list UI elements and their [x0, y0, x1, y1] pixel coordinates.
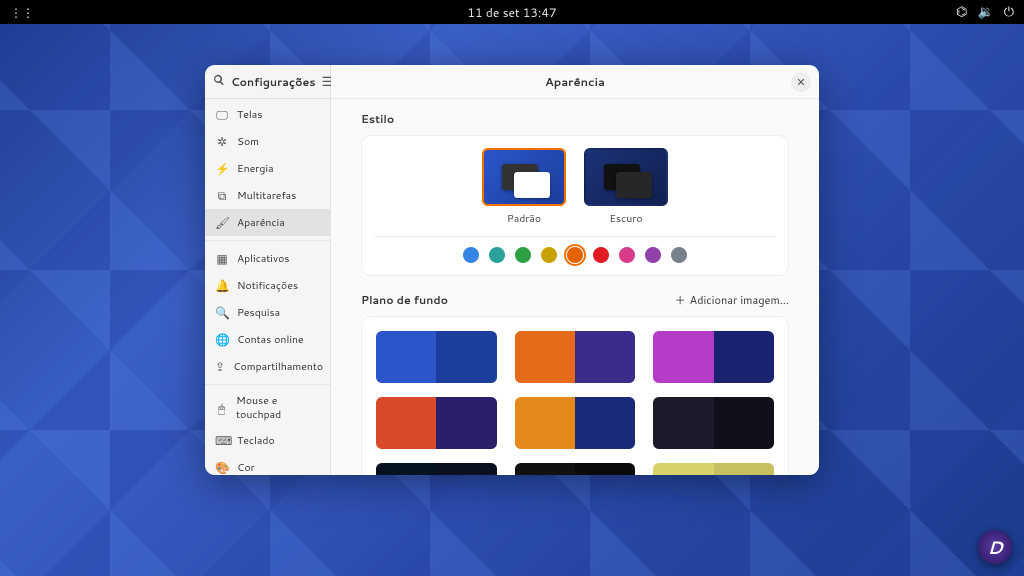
sidebar-item-share[interactable]: ⇪ Compartilhamento [205, 353, 330, 380]
wallpaper-thumb[interactable] [515, 331, 636, 383]
sidebar-item-apps[interactable]: ▦ Aplicativos [205, 245, 330, 272]
multitask-icon: ⧉ [215, 187, 229, 204]
sidebar-separator [205, 384, 330, 385]
settings-sidebar: Configurações ☰ 🖵 Telas ✲ Som ⚡ Energia ⧉ Multi… [205, 65, 331, 475]
sidebar-item-label: Mouse e touchpad [236, 394, 320, 422]
sidebar-item-label: Compartilhamento [233, 360, 323, 374]
accent-swatch[interactable] [671, 247, 687, 263]
appearance-icon: 🖌 [215, 214, 229, 231]
network-icon[interactable]: ⌬ [956, 3, 967, 21]
accent-swatch[interactable] [541, 247, 557, 263]
sidebar-item-mouse[interactable]: 🖱 Mouse e touchpad [205, 389, 330, 427]
color-icon: 🎨 [215, 459, 229, 475]
close-icon[interactable]: ✕ [791, 72, 811, 92]
power-icon: ⚡ [215, 160, 229, 177]
clock[interactable]: 11 de set 13:47 [467, 4, 556, 21]
main-panel: Aparência ✕ Estilo Padrão Escuro Plano de… [331, 65, 819, 475]
background-header: Plano de fundo ＋ Adicionar imagem… [361, 292, 789, 308]
style-options-row: Padrão Escuro [374, 148, 776, 226]
style-section-label: Estilo [361, 111, 789, 127]
accent-swatch[interactable] [567, 247, 583, 263]
share-icon: ⇪ [215, 358, 225, 375]
sidebar-item-label: Som [237, 135, 259, 149]
mouse-icon: 🖱 [215, 400, 228, 417]
search-icon: 🔍 [215, 304, 229, 321]
top-bar: ⋮⋮ 11 de set 13:47 ⌬ 🔉 ⏻ [0, 0, 1024, 24]
wallpaper-thumb[interactable] [653, 463, 774, 475]
background-section-label: Plano de fundo [361, 292, 448, 308]
accent-swatch[interactable] [463, 247, 479, 263]
search-icon[interactable] [213, 73, 225, 91]
wallpaper-thumb[interactable] [653, 331, 774, 383]
wallpaper-thumb[interactable] [515, 463, 636, 475]
accent-swatch[interactable] [593, 247, 609, 263]
sidebar-list: 🖵 Telas ✲ Som ⚡ Energia ⧉ Multitarefas 🖌 Aparênci… [205, 99, 330, 475]
plus-icon: ＋ [675, 292, 686, 308]
sidebar-item-display[interactable]: 🖵 Telas [205, 101, 330, 128]
online-icon: 🌐 [215, 331, 229, 348]
keyboard-icon: ⌨ [215, 432, 229, 449]
sidebar-item-keyboard[interactable]: ⌨ Teclado [205, 427, 330, 454]
add-image-label: Adicionar imagem… [690, 292, 789, 308]
sidebar-item-sound[interactable]: ✲ Som [205, 128, 330, 155]
accent-swatch[interactable] [619, 247, 635, 263]
main-header: Aparência ✕ [331, 65, 819, 99]
sidebar-item-label: Multitarefas [237, 189, 296, 203]
sidebar-item-power[interactable]: ⚡ Energia [205, 155, 330, 182]
sidebar-item-label: Energia [237, 162, 274, 176]
sidebar-item-appearance[interactable]: 🖌 Aparência [205, 209, 330, 236]
apps-icon: ▦ [215, 250, 229, 267]
sidebar-item-label: Notificações [237, 279, 298, 293]
page-title: Aparência [545, 73, 605, 90]
activities-hotcorner[interactable]: ⋮⋮ [10, 4, 34, 21]
wallpaper-thumb[interactable] [376, 397, 497, 449]
sidebar-item-notifs[interactable]: 🔔 Notificações [205, 272, 330, 299]
style-option-light[interactable]: Padrão [482, 148, 566, 226]
wallpaper-thumb[interactable] [376, 331, 497, 383]
sidebar-item-online[interactable]: 🌐 Contas online [205, 326, 330, 353]
distro-logo-badge: D [978, 530, 1012, 564]
wallpaper-thumb[interactable] [515, 397, 636, 449]
sidebar-item-label: Aplicativos [237, 252, 290, 266]
sidebar-item-search[interactable]: 🔍 Pesquisa [205, 299, 330, 326]
sidebar-item-color[interactable]: 🎨 Cor [205, 454, 330, 475]
sidebar-item-label: Aparência [237, 216, 285, 230]
accent-color-row [374, 236, 776, 263]
sidebar-item-label: Cor [237, 461, 255, 475]
sidebar-header: Configurações ☰ [205, 65, 330, 99]
wallpaper-grid [361, 316, 789, 475]
accent-swatch[interactable] [489, 247, 505, 263]
accent-swatch[interactable] [645, 247, 661, 263]
power-icon[interactable]: ⏻ [1004, 3, 1014, 21]
style-option-label: Padrão [507, 212, 541, 226]
notifs-icon: 🔔 [215, 277, 229, 294]
sidebar-item-label: Teclado [237, 434, 275, 448]
sidebar-separator [205, 240, 330, 241]
sidebar-item-label: Telas [237, 108, 262, 122]
style-option-dark[interactable]: Escuro [584, 148, 668, 226]
sidebar-item-label: Pesquisa [237, 306, 280, 320]
main-body: Estilo Padrão Escuro Plano de fundo ＋ Adi… [331, 99, 819, 475]
add-image-button[interactable]: ＋ Adicionar imagem… [675, 292, 789, 308]
settings-window: Configurações ☰ 🖵 Telas ✲ Som ⚡ Energia ⧉ Multi… [205, 65, 819, 475]
accent-swatch[interactable] [515, 247, 531, 263]
sidebar-title: Configurações [231, 74, 316, 90]
display-icon: 🖵 [215, 106, 229, 123]
wallpaper-thumb[interactable] [653, 397, 774, 449]
sound-icon: ✲ [215, 133, 229, 150]
volume-icon[interactable]: 🔉 [978, 3, 994, 21]
sidebar-item-label: Contas online [237, 333, 304, 347]
style-card: Padrão Escuro [361, 135, 789, 276]
style-option-label: Escuro [609, 212, 642, 226]
wallpaper-thumb[interactable] [376, 463, 497, 475]
sidebar-item-multitask[interactable]: ⧉ Multitarefas [205, 182, 330, 209]
